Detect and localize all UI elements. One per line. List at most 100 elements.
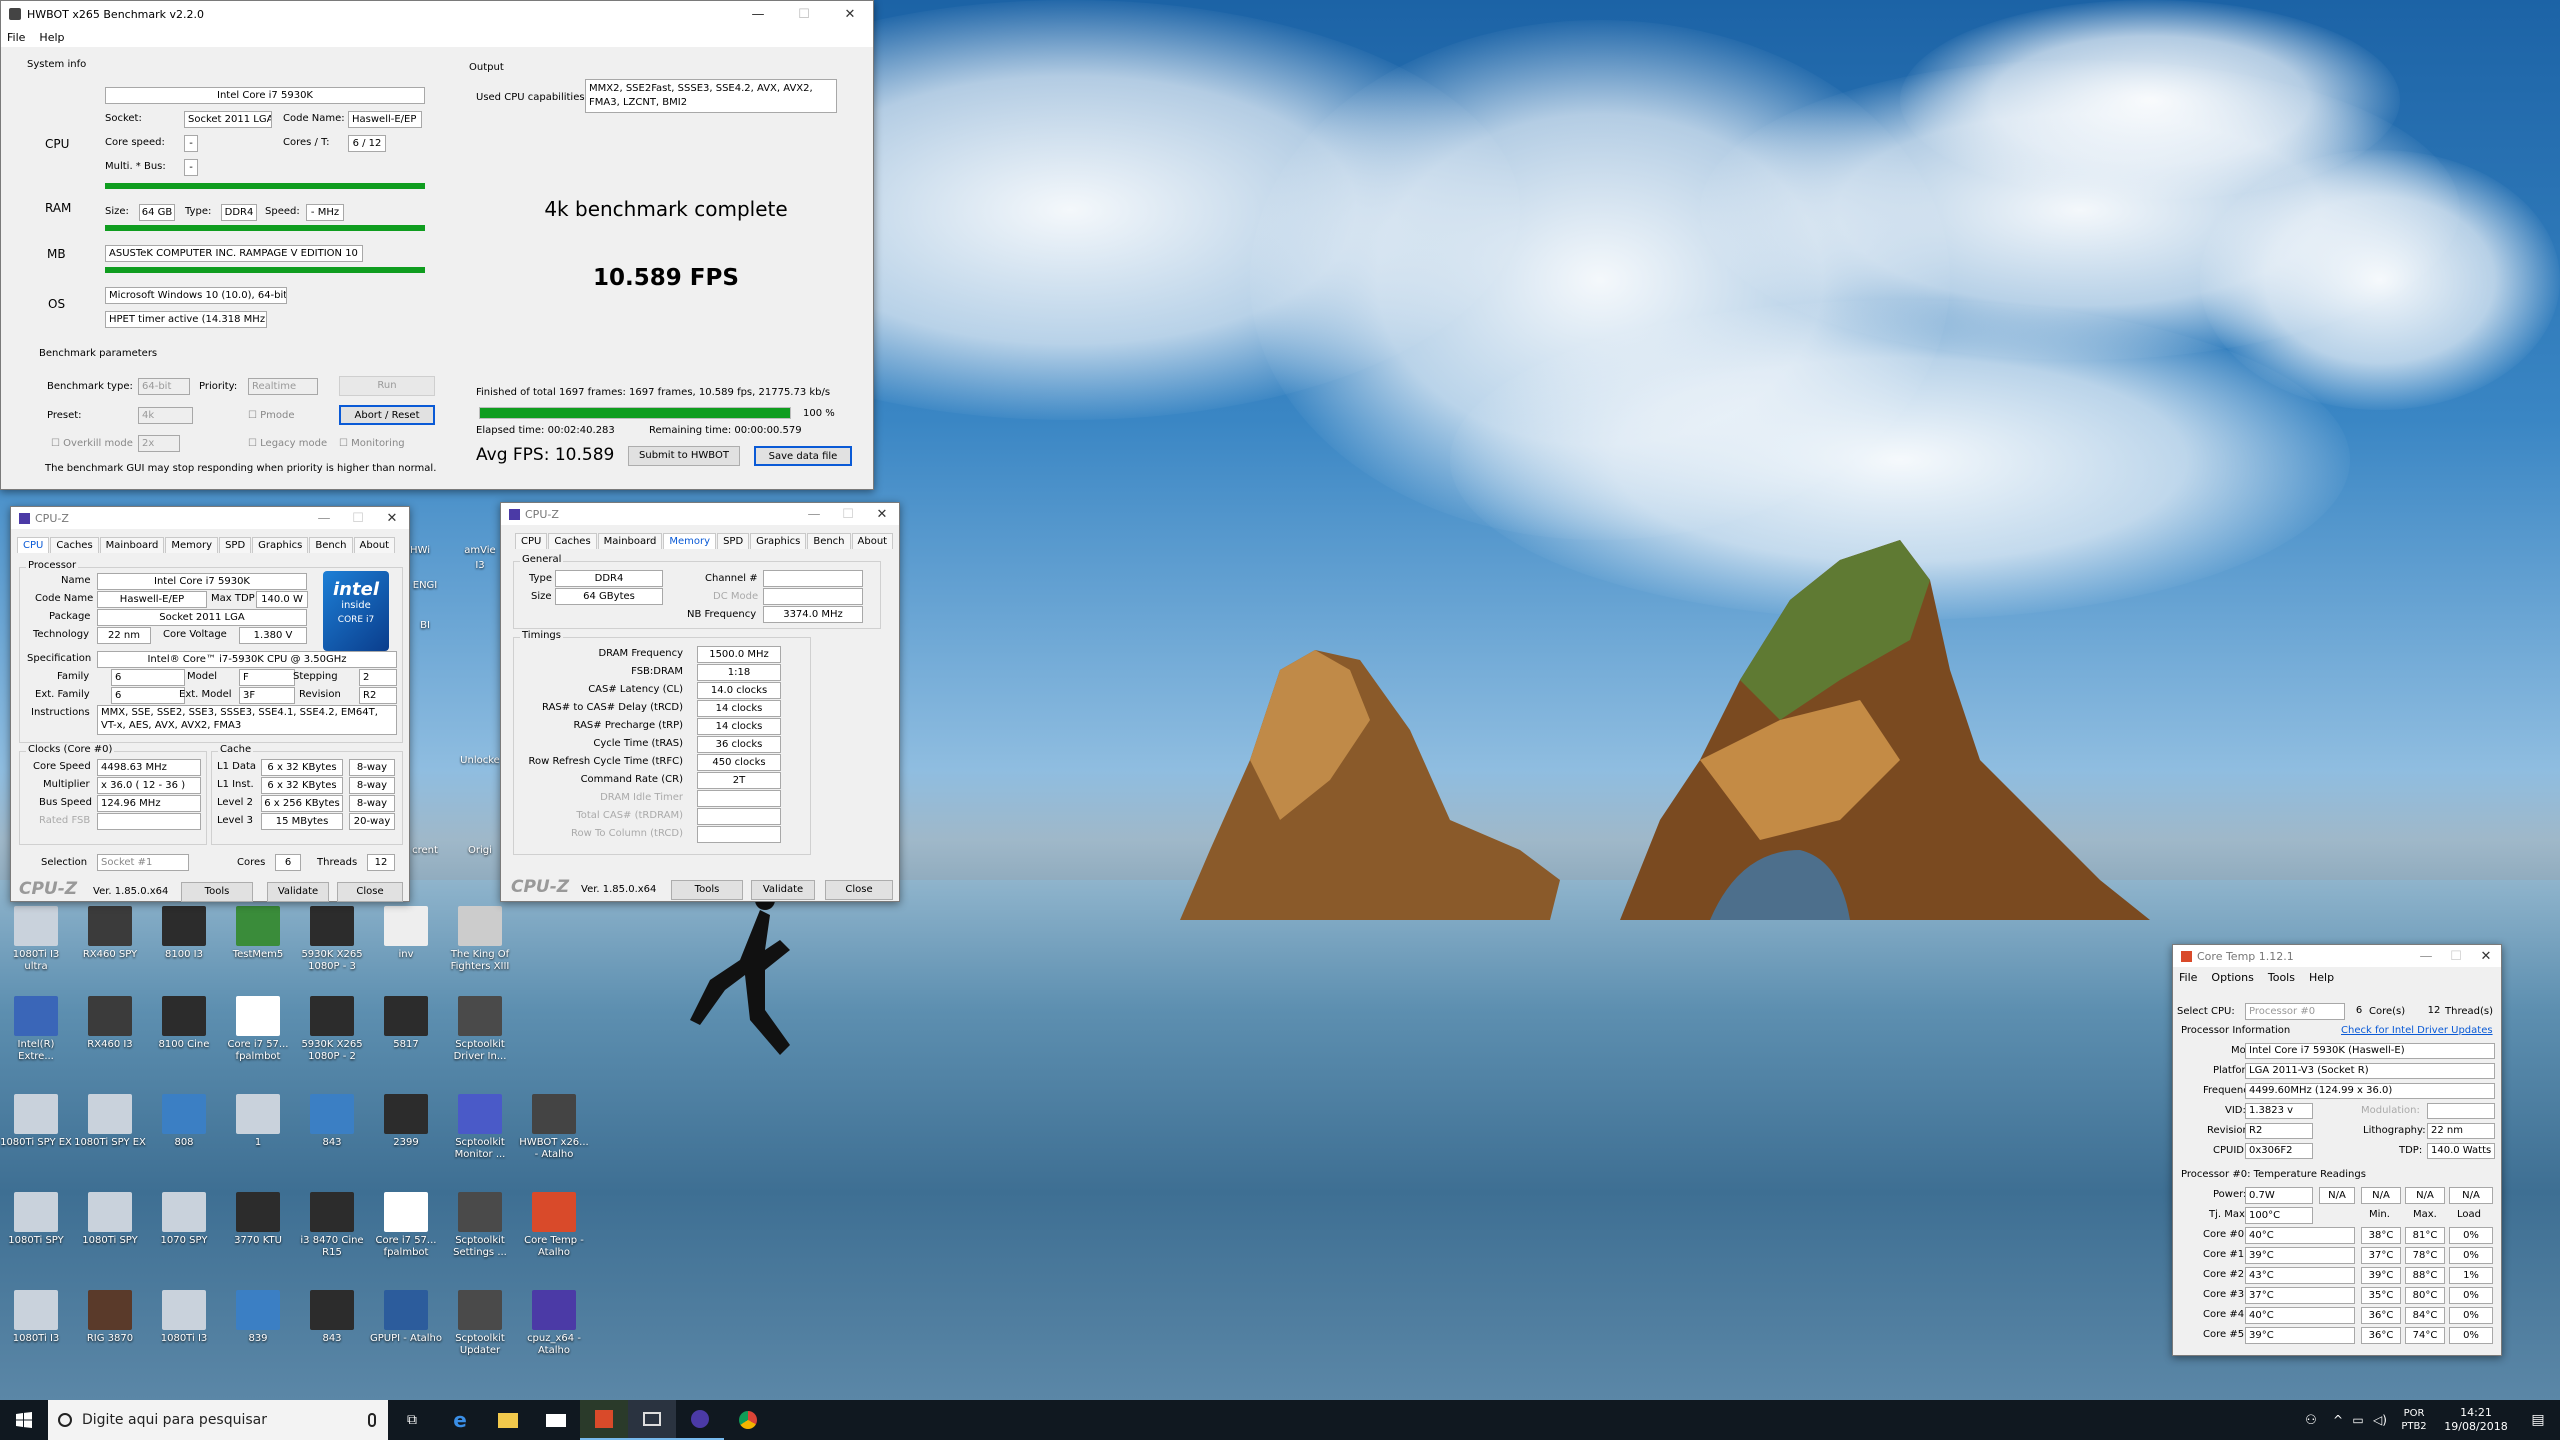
notification-icon[interactable]: ▤: [2516, 1412, 2560, 1428]
desktop-icon[interactable]: TestMem5: [222, 906, 294, 961]
desktop-icon[interactable]: 5817: [370, 996, 442, 1051]
desktop-icon-partial[interactable]: crent: [405, 845, 445, 857]
tab-about[interactable]: About: [851, 533, 894, 549]
tab-mainboard[interactable]: Mainboard: [99, 537, 165, 553]
desktop-icon[interactable]: 5930K X265 1080P - 2: [296, 996, 368, 1063]
desktop-icon[interactable]: 1080Ti I3: [148, 1290, 220, 1345]
menu-help[interactable]: Help: [2309, 971, 2334, 984]
desktop-icon[interactable]: 2399: [370, 1094, 442, 1149]
tab-spd[interactable]: SPD: [717, 533, 750, 549]
desktop-icon[interactable]: 8100 Cine: [148, 996, 220, 1051]
socket-select[interactable]: Socket #1: [97, 854, 189, 871]
desktop-icon[interactable]: RIG 3870: [74, 1290, 146, 1345]
coretemp-titlebar[interactable]: Core Temp 1.12.1 — ☐ ✕: [2173, 945, 2501, 967]
tab-graphics[interactable]: Graphics: [750, 533, 807, 549]
tab-cpu[interactable]: CPU: [515, 533, 548, 549]
maximize-button[interactable]: ☐: [2441, 945, 2471, 967]
language-indicator[interactable]: POR PTB2: [2392, 1407, 2436, 1433]
pmode-checkbox[interactable]: ☐ Pmode: [248, 410, 295, 421]
desktop-icon[interactable]: 1080Ti SPY: [0, 1192, 72, 1247]
priority-select[interactable]: Realtime: [248, 378, 318, 395]
desktop-icon-partial[interactable]: Unlocke: [460, 755, 500, 767]
desktop-icon[interactable]: Scptoolkit Updater: [444, 1290, 516, 1357]
tab-graphics[interactable]: Graphics: [252, 537, 309, 553]
desktop-icon[interactable]: Intel(R) Extre...: [0, 996, 72, 1063]
network-icon[interactable]: ▭: [2348, 1413, 2368, 1427]
hwbot-titlebar[interactable]: HWBOT x265 Benchmark v2.2.0 — ☐ ✕: [1, 1, 873, 27]
submit-hwbot-button[interactable]: Submit to HWBOT: [628, 446, 740, 466]
desktop-icon[interactable]: 1080Ti SPY EX: [74, 1094, 146, 1149]
maximize-button[interactable]: ☐: [341, 507, 375, 529]
tools-button[interactable]: Tools: [671, 880, 743, 900]
run-button[interactable]: Run: [339, 376, 435, 396]
desktop-icon[interactable]: Core i7 57... fpalmbot: [222, 996, 294, 1063]
desktop-icon[interactable]: The King Of Fighters XIII: [444, 906, 516, 973]
tab-about[interactable]: About: [353, 537, 396, 553]
desktop-icon[interactable]: Scptoolkit Settings ...: [444, 1192, 516, 1259]
menu-help[interactable]: Help: [39, 31, 64, 44]
cpuz1-titlebar[interactable]: CPU-Z — ☐ ✕: [11, 507, 409, 529]
desktop-icon-partial[interactable]: amVie: [460, 545, 500, 557]
tab-memory[interactable]: Memory: [663, 533, 717, 549]
desktop-icon[interactable]: Core i7 57... fpalmbot: [370, 1192, 442, 1259]
monitoring-checkbox[interactable]: ☐ Monitoring: [339, 438, 405, 449]
desktop-icon[interactable]: 3770 KTU: [222, 1192, 294, 1247]
tab-spd[interactable]: SPD: [219, 537, 252, 553]
people-icon[interactable]: ⚇: [2294, 1413, 2328, 1428]
close-button-footer[interactable]: Close: [337, 882, 403, 902]
desktop-icon[interactable]: 843: [296, 1290, 368, 1345]
desktop-icon[interactable]: 1080Ti I3 ultra: [0, 906, 72, 973]
desktop-icon[interactable]: 1070 SPY: [148, 1192, 220, 1247]
tab-caches[interactable]: Caches: [548, 533, 597, 549]
chrome-icon[interactable]: [724, 1400, 772, 1440]
intel-driver-link[interactable]: Check for Intel Driver Updates: [2341, 1025, 2493, 1036]
bench-type-select[interactable]: 64-bit: [138, 378, 190, 395]
task-view-icon[interactable]: ⧉: [388, 1400, 436, 1440]
desktop-icon-partial[interactable]: Origi: [460, 845, 500, 857]
minimize-button[interactable]: —: [735, 1, 781, 27]
maximize-button[interactable]: ☐: [781, 1, 827, 27]
validate-button[interactable]: Validate: [751, 880, 815, 900]
legacy-checkbox[interactable]: ☐ Legacy mode: [248, 438, 327, 449]
clock[interactable]: 14:21 19/08/2018: [2436, 1406, 2516, 1434]
mail-icon[interactable]: [532, 1400, 580, 1440]
desktop-icon[interactable]: 808: [148, 1094, 220, 1149]
desktop-icon-partial[interactable]: I3: [460, 560, 500, 572]
minimize-button[interactable]: —: [307, 507, 341, 529]
processor-select[interactable]: Processor #0: [2245, 1003, 2345, 1020]
desktop-icon[interactable]: 5930K X265 1080P - 3: [296, 906, 368, 973]
close-button[interactable]: ✕: [2471, 945, 2501, 967]
desktop-icon[interactable]: 1080Ti I3: [0, 1290, 72, 1345]
desktop-icon[interactable]: RX460 I3: [74, 996, 146, 1051]
desktop-icon[interactable]: Scptoolkit Monitor ...: [444, 1094, 516, 1161]
close-button[interactable]: ✕: [375, 507, 409, 529]
microphone-icon[interactable]: [368, 1413, 376, 1427]
tab-mainboard[interactable]: Mainboard: [597, 533, 663, 549]
desktop-icon[interactable]: i3 8470 Cine R15: [296, 1192, 368, 1259]
desktop-icon[interactable]: 8100 I3: [148, 906, 220, 961]
save-data-button[interactable]: Save data file: [754, 446, 852, 466]
menu-file[interactable]: File: [7, 31, 25, 44]
tab-memory[interactable]: Memory: [165, 537, 219, 553]
validate-button[interactable]: Validate: [267, 882, 329, 902]
overkill-checkbox[interactable]: ☐ Overkill mode: [51, 438, 133, 449]
desktop-icon[interactable]: 843: [296, 1094, 368, 1149]
maximize-button[interactable]: ☐: [831, 503, 865, 525]
minimize-button[interactable]: —: [2411, 945, 2441, 967]
desktop-icon[interactable]: Core Temp - Atalho: [518, 1192, 590, 1259]
desktop-icon[interactable]: cpuz_x64 - Atalho: [518, 1290, 590, 1357]
search-box[interactable]: Digite aqui para pesquisar: [48, 1400, 388, 1440]
desktop-icon-partial[interactable]: ENGI: [405, 580, 445, 592]
desktop-icon[interactable]: 1: [222, 1094, 294, 1149]
menu-file[interactable]: File: [2179, 971, 2197, 984]
overkill-select[interactable]: 2x: [138, 435, 180, 452]
tab-bench[interactable]: Bench: [807, 533, 851, 549]
edge-icon[interactable]: e: [436, 1400, 484, 1440]
start-button[interactable]: [0, 1400, 48, 1440]
tab-cpu[interactable]: CPU: [17, 537, 50, 553]
cpuz-task-icon[interactable]: [676, 1400, 724, 1440]
menu-tools[interactable]: Tools: [2268, 971, 2295, 984]
close-button-footer[interactable]: Close: [825, 880, 893, 900]
close-button[interactable]: ✕: [865, 503, 899, 525]
desktop-icon[interactable]: 1080Ti SPY EX: [0, 1094, 72, 1149]
